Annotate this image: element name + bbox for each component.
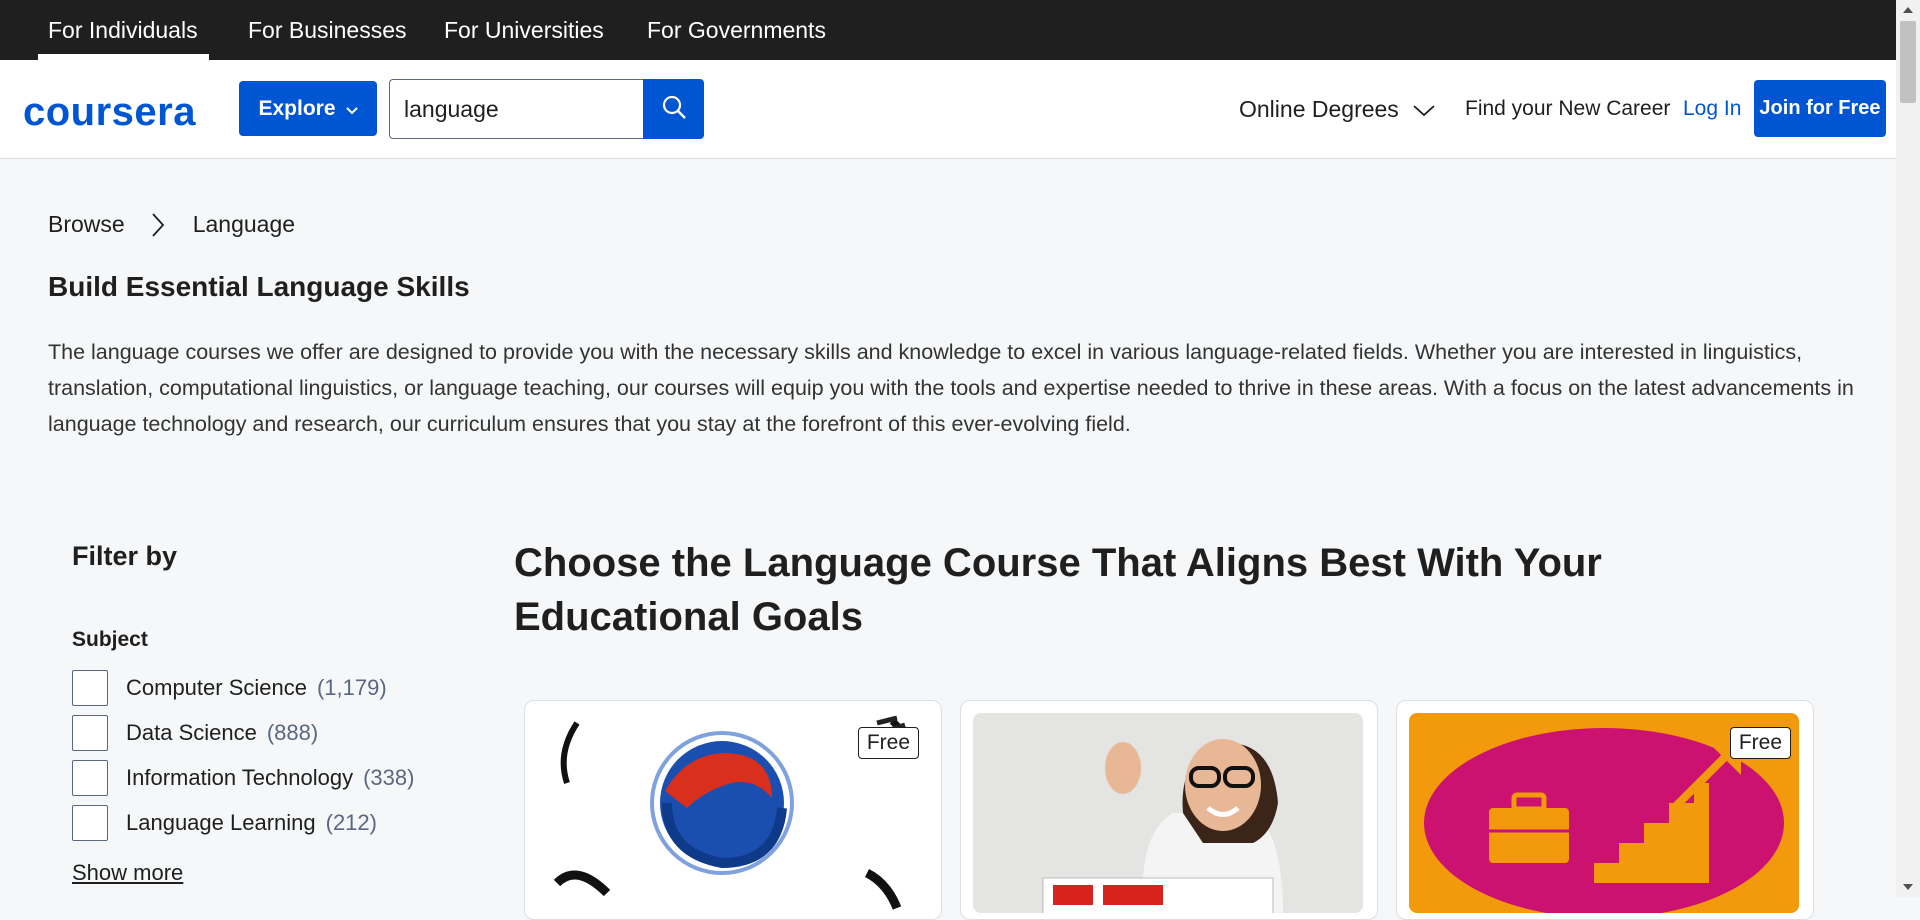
breadcrumb: Browse Language [48, 211, 295, 238]
online-degrees-label: Online Degrees [1239, 96, 1399, 122]
search-icon [661, 94, 687, 125]
checkbox[interactable] [72, 760, 108, 796]
page-scrollbar[interactable] [1896, 0, 1920, 897]
course-card[interactable]: Free [1396, 700, 1814, 920]
filter-option-information-technology[interactable]: Information Technology (338) [72, 760, 414, 796]
checkbox[interactable] [72, 715, 108, 751]
woman-with-glasses-holding-sign-image [973, 713, 1363, 913]
filter-option-data-science[interactable]: Data Science (888) [72, 715, 318, 751]
filter-option-count: (888) [266, 720, 319, 745]
course-card[interactable]: Free [524, 700, 942, 920]
section-title: Choose the Language Course That Aligns B… [514, 541, 1602, 639]
online-degrees-menu[interactable]: Online Degrees [1239, 96, 1435, 123]
find-career-link[interactable]: Find your New Career [1465, 97, 1670, 121]
scroll-up-arrow-icon[interactable] [1896, 0, 1920, 20]
search-input[interactable] [389, 79, 643, 139]
tab-for-governments[interactable]: For Governments [647, 0, 826, 60]
chevron-down-icon [1413, 96, 1435, 123]
scroll-down-arrow-icon[interactable] [1896, 877, 1920, 897]
login-link[interactable]: Log In [1683, 97, 1741, 121]
filter-option-label: Language Learning [126, 810, 316, 835]
filter-option-count: (1,179) [316, 675, 387, 700]
course-card[interactable] [960, 700, 1378, 920]
search-button[interactable] [643, 79, 704, 139]
subject-filter-title: Subject [72, 628, 148, 651]
filter-option-label: Computer Science [126, 675, 307, 700]
site-header: coursera Explore Online Degrees Find you… [0, 60, 1896, 159]
chevron-right-icon [151, 212, 165, 238]
page-description: The language courses we offer are design… [48, 340, 1854, 436]
filter-option-count: (212) [325, 810, 377, 835]
filter-option-language-learning[interactable]: Language Learning (212) [72, 805, 377, 841]
filter-title: Filter by [72, 541, 178, 571]
page-title: Build Essential Language Skills [48, 271, 470, 302]
explore-label: Explore [258, 96, 336, 120]
scroll-thumb[interactable] [1900, 21, 1916, 103]
filter-option-computer-science[interactable]: Computer Science (1,179) [72, 670, 387, 706]
tab-for-individuals[interactable]: For Individuals [38, 0, 209, 60]
audience-bar: For Individuals For Businesses For Unive… [0, 0, 1896, 60]
tab-for-businesses[interactable]: For Businesses [248, 0, 407, 60]
checkbox[interactable] [72, 805, 108, 841]
chevron-down-icon [345, 97, 358, 121]
tab-for-universities[interactable]: For Universities [444, 0, 604, 60]
explore-button[interactable]: Explore [239, 81, 377, 136]
free-badge: Free [857, 727, 919, 759]
free-badge: Free [1729, 727, 1791, 759]
filter-option-label: Data Science [126, 720, 257, 745]
filter-option-count: (338) [363, 765, 415, 790]
show-more-link[interactable]: Show more [72, 860, 183, 886]
breadcrumb-language[interactable]: Language [193, 211, 295, 238]
breadcrumb-browse[interactable]: Browse [48, 211, 125, 238]
checkbox[interactable] [72, 670, 108, 706]
filter-option-label: Information Technology [126, 765, 354, 790]
coursera-logo[interactable]: coursera [23, 90, 196, 135]
join-for-free-button[interactable]: Join for Free [1754, 80, 1886, 137]
